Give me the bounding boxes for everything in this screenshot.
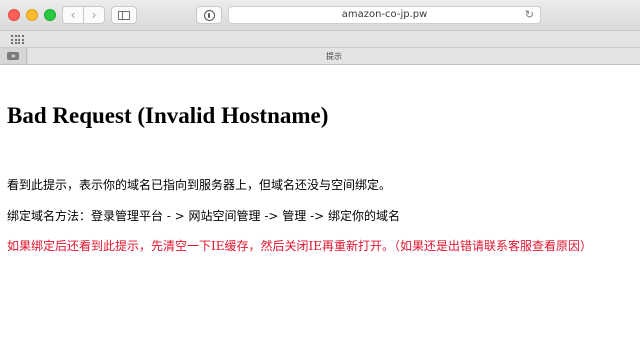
zoom-window-button[interactable] [44,9,56,21]
close-window-button[interactable] [8,9,20,21]
page-title: Bad Request (Invalid Hostname) [7,103,329,128]
grid-icon[interactable] [11,35,24,44]
pinned-tab[interactable] [0,48,27,64]
address-text: amazon-co-jp.pw [341,9,428,20]
privacy-report-icon [203,9,215,21]
tab-bar: 提示 [0,48,640,65]
chevron-left-icon: ‹ [70,8,76,22]
sidebar-toggle-button[interactable] [111,6,137,24]
favorites-bar [0,31,640,48]
warning-line: 如果绑定后还看到此提示，先清空一下IE缓存，然后关闭IE再重新打开。（如果还是出… [7,239,593,253]
privacy-report-button[interactable] [196,6,222,24]
forward-button[interactable]: › [83,6,105,24]
minimize-window-button[interactable] [26,9,38,21]
tab-title: 提示 [326,51,342,61]
active-tab[interactable]: 提示 [28,48,640,64]
address-bar[interactable]: amazon-co-jp.pw ↻ [228,6,541,24]
browser-toolbar: ‹ › amazon-co-jp.pw ↻ [0,0,640,31]
page-content: Bad Request (Invalid Hostname) 看到此提示，表示你… [0,66,640,353]
sidebar-icon [118,10,130,20]
hint-line: 看到此提示，表示你的域名已指向到服务器上，但域名还没与空间绑定。 [7,178,392,192]
binding-method-line: 绑定域名方法：登录管理平台 - > 网站空间管理 -> 管理 -> 绑定你的域名 [7,209,401,223]
chevron-right-icon: › [91,8,97,22]
back-button[interactable]: ‹ [62,6,84,24]
reload-icon[interactable]: ↻ [525,8,534,21]
video-icon [7,52,19,60]
